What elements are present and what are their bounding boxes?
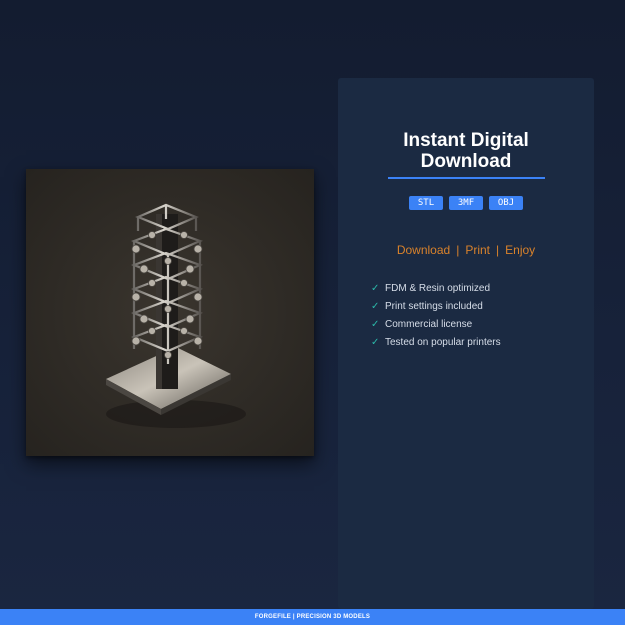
check-icon: ✓ bbox=[371, 282, 380, 294]
feature-item: ✓ Commercial license bbox=[371, 315, 501, 333]
tagline-print: Print bbox=[465, 243, 491, 257]
title-line-2: Download bbox=[420, 151, 512, 172]
tagline-separator: | bbox=[496, 243, 500, 257]
format-badges: STL 3MF OBJ bbox=[338, 196, 594, 210]
format-badge-3mf: 3MF bbox=[449, 196, 483, 210]
tagline-separator: | bbox=[456, 243, 460, 257]
footer-text: FORGEFILE | PRECISION 3D MODELS bbox=[254, 614, 371, 620]
panel-title: Instant Digital Download bbox=[338, 130, 594, 172]
feature-item: ✓ FDM & Resin optimized bbox=[371, 279, 501, 297]
tagline-enjoy: Enjoy bbox=[505, 243, 536, 257]
info-panel: Instant Digital Download STL 3MF OBJ Dow… bbox=[338, 78, 594, 609]
feature-label: FDM & Resin optimized bbox=[385, 282, 491, 294]
check-icon: ✓ bbox=[371, 318, 380, 330]
tagline: Download | Print | Enjoy bbox=[338, 243, 594, 257]
feature-item: ✓ Tested on popular printers bbox=[371, 333, 501, 351]
tagline-download: Download bbox=[396, 243, 451, 257]
feature-label: Tested on popular printers bbox=[385, 336, 501, 348]
feature-label: Commercial license bbox=[385, 318, 473, 330]
feature-label: Print settings included bbox=[385, 300, 483, 312]
check-icon: ✓ bbox=[371, 336, 380, 348]
feature-item: ✓ Print settings included bbox=[371, 297, 501, 315]
product-image bbox=[26, 169, 314, 456]
footer-bar: FORGEFILE | PRECISION 3D MODELS bbox=[0, 609, 625, 625]
check-icon: ✓ bbox=[371, 300, 380, 312]
format-badge-obj: OBJ bbox=[489, 196, 523, 210]
format-badge-stl: STL bbox=[409, 196, 443, 210]
feature-list: ✓ FDM & Resin optimized ✓ Print settings… bbox=[371, 279, 501, 351]
title-line-1: Instant Digital bbox=[403, 130, 529, 151]
title-underline bbox=[388, 177, 545, 179]
